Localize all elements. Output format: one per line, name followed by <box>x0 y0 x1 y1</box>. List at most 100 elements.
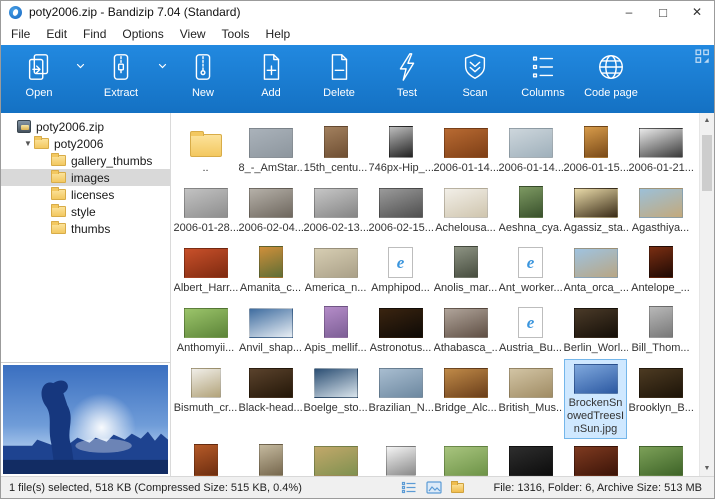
file-item[interactable] <box>238 433 303 476</box>
file-item[interactable]: Athabasca_... <box>433 295 498 355</box>
toolbar-test-button[interactable]: Test <box>376 49 438 99</box>
scroll-down-icon[interactable]: ▼ <box>700 461 714 476</box>
tree-item-label: gallery_thumbs <box>71 154 152 168</box>
file-name-label: Brazilian_N... <box>369 401 433 415</box>
file-item[interactable]: 2006-02-15... <box>368 175 433 235</box>
file-thumbnail <box>259 246 283 278</box>
file-item-parent-folder[interactable]: .. <box>173 115 238 175</box>
file-item[interactable]: 746px-Hip_... <box>368 115 433 175</box>
file-item[interactable]: Aeshna_cya... <box>498 175 563 235</box>
file-item[interactable]: Antelope_... <box>628 235 693 295</box>
folder-icon <box>51 172 66 183</box>
file-item[interactable] <box>563 433 628 476</box>
file-item[interactable]: Brazilian_N... <box>368 355 433 415</box>
toolbar-customize-icon[interactable] <box>695 49 710 64</box>
sidebar-item-thumbs[interactable]: thumbs <box>1 220 170 237</box>
toolbar-add-button[interactable]: Add <box>240 49 302 99</box>
file-item[interactable]: Anvil_shap... <box>238 295 303 355</box>
menu-help[interactable]: Help <box>258 23 299 45</box>
file-item[interactable]: Astronotus... <box>368 295 433 355</box>
sidebar-item-gallery_thumbs[interactable]: gallery_thumbs <box>1 152 170 169</box>
file-item[interactable]: Agasthiya... <box>628 175 693 235</box>
sidebar-item-poty2006[interactable]: ▼poty2006 <box>1 135 170 152</box>
toolbar-open-button[interactable]: Open <box>8 49 70 99</box>
toolbar-delete-button[interactable]: Delete <box>308 49 370 99</box>
toolbar-new-button[interactable]: New <box>172 49 234 99</box>
file-item[interactable]: Anta_orca_... <box>563 235 628 295</box>
preview-pane <box>1 362 170 476</box>
sidebar-item-style[interactable]: style <box>1 203 170 220</box>
sidebar-item-poty2006-zip[interactable]: poty2006.zip <box>1 118 170 135</box>
menu-file[interactable]: File <box>3 23 38 45</box>
file-item[interactable] <box>628 433 693 476</box>
file-thumbnail <box>324 306 348 338</box>
toolbar-columns-button[interactable]: Columns <box>512 49 574 99</box>
file-thumbnail <box>184 308 228 338</box>
file-item[interactable]: eAnt_worker... <box>498 235 563 295</box>
file-item[interactable] <box>173 433 238 476</box>
file-item[interactable]: Amanita_c... <box>238 235 303 295</box>
file-item[interactable]: Bridge_Alc... <box>433 355 498 415</box>
file-item[interactable]: Agassiz_sta... <box>563 175 628 235</box>
toolbar-extract-button[interactable]: Extract <box>90 49 152 99</box>
details-view-icon[interactable] <box>401 481 417 494</box>
file-item[interactable] <box>368 433 433 476</box>
file-item[interactable]: Black-head... <box>238 355 303 415</box>
file-item[interactable]: Achelousa... <box>433 175 498 235</box>
file-thumbnail <box>454 246 478 278</box>
file-item[interactable]: Albert_Harr... <box>173 235 238 295</box>
file-item[interactable]: 8_-_AmStar... <box>238 115 303 175</box>
file-item[interactable]: eAustria_Bu... <box>498 295 563 355</box>
scrollbar-thumb[interactable] <box>702 135 712 191</box>
file-item[interactable]: 2006-02-13... <box>303 175 368 235</box>
file-item[interactable]: 2006-02-04... <box>238 175 303 235</box>
file-item[interactable]: 2006-01-21... <box>628 115 693 175</box>
maximize-button[interactable]: □ <box>646 1 680 23</box>
menu-view[interactable]: View <box>172 23 214 45</box>
chevron-down-icon[interactable] <box>155 63 169 69</box>
file-item[interactable]: BrockenSnowedTreesInSun.jpg <box>563 355 628 415</box>
file-item[interactable]: 2006-01-28... <box>173 175 238 235</box>
vertical-scrollbar[interactable]: ▲ ▼ <box>699 113 714 476</box>
sidebar-item-licenses[interactable]: licenses <box>1 186 170 203</box>
file-item[interactable]: Berlin_Worl... <box>563 295 628 355</box>
toolbar-scan-button[interactable]: Scan <box>444 49 506 99</box>
file-item[interactable] <box>303 433 368 476</box>
menu-find[interactable]: Find <box>75 23 114 45</box>
menu-options[interactable]: Options <box>114 23 171 45</box>
file-item[interactable]: Anthomyii... <box>173 295 238 355</box>
file-name-label: Anta_orca_... <box>564 281 628 295</box>
file-item[interactable]: America_n... <box>303 235 368 295</box>
file-item[interactable]: Bismuth_cr... <box>173 355 238 415</box>
file-item[interactable]: 15th_centu... <box>303 115 368 175</box>
thumbnail-view-icon[interactable] <box>426 481 442 494</box>
file-item[interactable] <box>498 433 563 476</box>
collapse-icon[interactable]: ▼ <box>22 139 34 148</box>
file-item[interactable]: Brooklyn_B... <box>628 355 693 415</box>
file-item[interactable] <box>433 433 498 476</box>
file-item[interactable]: Anolis_mar... <box>433 235 498 295</box>
toolbar-new-label: New <box>192 87 214 99</box>
file-item[interactable]: Apis_mellif... <box>303 295 368 355</box>
minimize-button[interactable]: – <box>612 1 646 23</box>
open-folder-icon[interactable] <box>451 483 464 493</box>
file-item[interactable]: eAmphipod... <box>368 235 433 295</box>
menu-tools[interactable]: Tools <box>214 23 258 45</box>
file-thumbnail <box>574 308 618 338</box>
file-item[interactable]: Bill_Thom... <box>628 295 693 355</box>
file-grid-row: 2006-01-28...2006-02-04...2006-02-13...2… <box>173 175 698 235</box>
file-item[interactable]: 2006-01-14... <box>498 115 563 175</box>
close-button[interactable]: ✕ <box>680 1 714 23</box>
file-item[interactable]: British_Mus... <box>498 355 563 415</box>
chevron-down-icon[interactable] <box>73 63 87 69</box>
window-controls: – □ ✕ <box>612 1 714 23</box>
folder-icon <box>190 134 222 157</box>
file-item[interactable]: Boelge_sto... <box>303 355 368 415</box>
file-name-label: 746px-Hip_... <box>369 161 433 175</box>
file-item[interactable]: 2006-01-14... <box>433 115 498 175</box>
menu-edit[interactable]: Edit <box>38 23 75 45</box>
toolbar-code-page-button[interactable]: Code page <box>580 49 642 99</box>
scroll-up-icon[interactable]: ▲ <box>700 113 714 128</box>
sidebar-item-images[interactable]: images <box>1 169 170 186</box>
file-item[interactable]: 2006-01-15... <box>563 115 628 175</box>
